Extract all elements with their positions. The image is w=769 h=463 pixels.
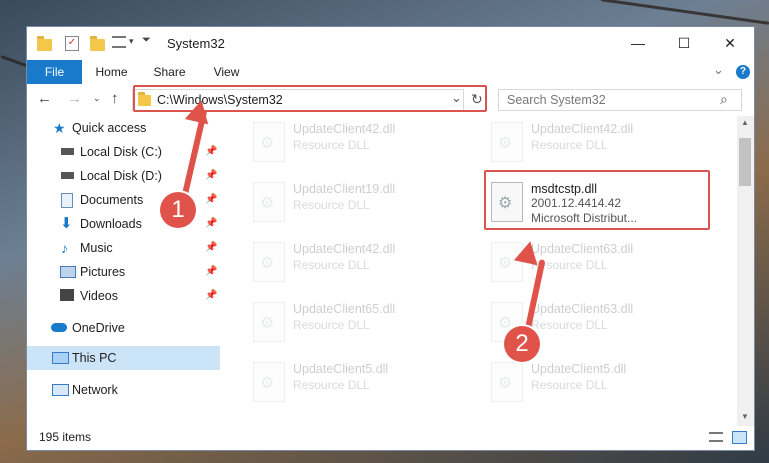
background-branch <box>600 0 769 25</box>
file-item[interactable]: UpdateClient19.dll Resource DLL <box>249 176 469 232</box>
ribbon-tabs: File Home Share View ⌄ ? <box>27 60 754 116</box>
pin-icon[interactable]: 📌 <box>205 188 217 212</box>
scrollbar-thumb[interactable] <box>739 138 751 186</box>
title-bar: ✓ ▾ ⏷ System32 — ☐ ✕ <box>27 27 754 60</box>
tab-share[interactable]: Share <box>147 60 192 84</box>
scroll-up-icon[interactable]: ▲ <box>741 118 749 127</box>
file-list: UpdateClient42.dll Resource DLL UpdateCl… <box>249 116 736 426</box>
window-title: System32 <box>167 36 225 51</box>
new-folder-icon[interactable] <box>90 36 105 51</box>
address-row: ← → ⌄ ↑ C:\Windows\System32 ⌄ ↻ Search S… <box>27 84 754 116</box>
step-1-badge: 1 <box>160 192 196 228</box>
properties-icon[interactable]: ✓ <box>65 36 79 51</box>
nav-item-music[interactable]: ♪ Music 📌 <box>27 236 220 260</box>
maximize-button[interactable]: ☐ <box>661 27 707 60</box>
help-icon[interactable]: ? <box>736 65 750 79</box>
videos-icon <box>60 289 74 301</box>
dll-file-icon <box>253 302 285 342</box>
drive-icon <box>61 148 74 155</box>
dll-file-icon <box>491 362 523 402</box>
dll-file-icon <box>253 122 285 162</box>
network-icon <box>52 384 69 396</box>
forward-arrow-icon[interactable]: → <box>67 90 82 107</box>
view-list-icon[interactable] <box>112 36 126 48</box>
tab-view[interactable]: View <box>204 60 249 84</box>
folder-icon <box>37 36 52 51</box>
tab-home[interactable]: Home <box>89 60 134 84</box>
file-item[interactable]: UpdateClient5.dll Resource DLL <box>487 356 707 412</box>
customize-toolbar-icon[interactable]: ⏷ <box>142 34 151 50</box>
file-item[interactable]: UpdateClient42.dll Resource DLL <box>249 236 469 292</box>
background-branch <box>0 54 30 69</box>
large-icons-view-icon[interactable] <box>732 431 747 444</box>
search-input[interactable]: Search System32 <box>507 93 606 107</box>
details-view-icon[interactable] <box>709 432 723 442</box>
minimize-button[interactable]: — <box>615 27 661 60</box>
close-button[interactable]: ✕ <box>707 27 753 60</box>
pin-icon[interactable]: 📌 <box>205 236 217 260</box>
search-icon[interactable]: ⌕ <box>720 91 728 108</box>
address-highlight-box <box>133 85 487 112</box>
download-icon: ⬇ <box>60 215 73 232</box>
file-highlight-box <box>484 170 710 230</box>
nav-item-pictures[interactable]: Pictures 📌 <box>27 260 220 284</box>
document-icon <box>61 193 73 208</box>
nav-item-network[interactable]: Network <box>27 378 220 402</box>
cloud-icon <box>51 323 67 332</box>
back-arrow-icon[interactable]: ← <box>37 90 52 107</box>
drive-icon <box>61 172 74 179</box>
star-icon: ★ <box>53 120 66 136</box>
music-icon: ♪ <box>61 240 68 256</box>
pin-icon[interactable]: 📌 <box>205 212 217 236</box>
status-bar: 195 items <box>27 426 754 450</box>
file-explorer-window: ✓ ▾ ⏷ System32 — ☐ ✕ File Home Share Vie… <box>27 27 754 450</box>
item-count: 195 items <box>39 430 92 444</box>
file-item[interactable]: UpdateClient42.dll Resource DLL <box>487 116 707 172</box>
dll-file-icon <box>253 182 285 222</box>
search-box[interactable]: Search System32 ⌕ <box>498 89 742 111</box>
arrow-head-2-icon <box>513 238 543 266</box>
dll-file-icon <box>491 122 523 162</box>
nav-item-this-pc[interactable]: This PC <box>27 346 220 370</box>
vertical-scrollbar[interactable]: ▲ ▼ <box>737 116 754 426</box>
up-arrow-icon[interactable]: ↑ <box>111 90 119 107</box>
file-item[interactable]: UpdateClient65.dll Resource DLL <box>249 296 469 352</box>
pictures-icon <box>60 266 76 278</box>
dll-file-icon <box>253 242 285 282</box>
dll-file-icon <box>253 362 285 402</box>
step-2-badge: 2 <box>504 326 540 362</box>
scroll-down-icon[interactable]: ▼ <box>741 412 749 421</box>
file-item[interactable]: UpdateClient5.dll Resource DLL <box>249 356 469 412</box>
nav-item-videos[interactable]: Videos 📌 <box>27 284 220 308</box>
ribbon-expand-icon[interactable]: ⌄ <box>713 62 724 78</box>
nav-item-onedrive[interactable]: OneDrive <box>27 316 220 340</box>
pin-icon[interactable]: 📌 <box>205 284 217 308</box>
pin-icon[interactable]: 📌 <box>205 140 217 164</box>
recent-locations-icon[interactable]: ⌄ <box>93 93 101 104</box>
pin-icon[interactable]: 📌 <box>205 260 217 284</box>
file-item[interactable]: UpdateClient42.dll Resource DLL <box>249 116 469 172</box>
computer-icon <box>52 352 69 364</box>
chevron-down-icon[interactable]: ▾ <box>129 36 134 52</box>
pin-icon[interactable]: 📌 <box>205 164 217 188</box>
